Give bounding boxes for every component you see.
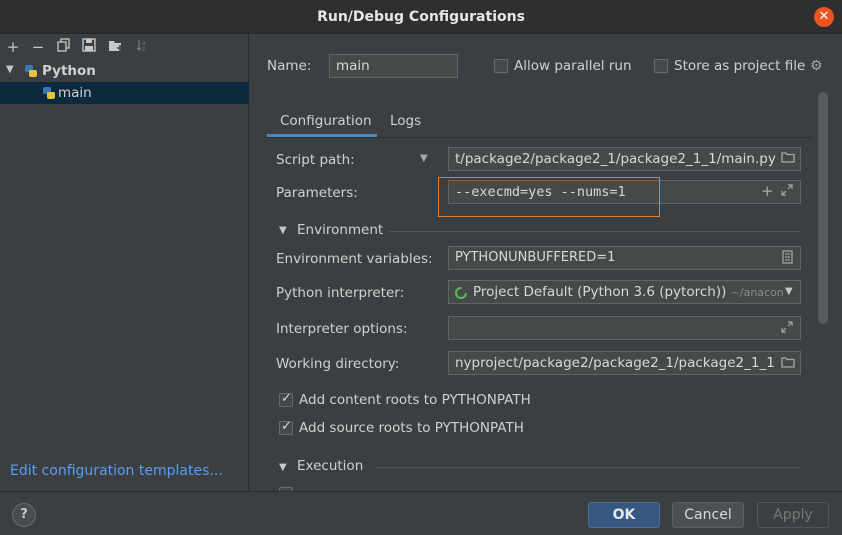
- title-bar: Run/Debug Configurations ✕: [0, 0, 842, 34]
- dialog-footer: ? OK Cancel Apply: [0, 491, 842, 535]
- sidebar-toolbar: + − az: [0, 34, 248, 60]
- sort-icon[interactable]: az: [133, 38, 151, 56]
- script-path-input[interactable]: t/package2/package2_1/package2_1_1/main.…: [448, 147, 801, 171]
- allow-parallel-label: Allow parallel run: [514, 58, 632, 74]
- tree-group-python[interactable]: ▼ Python: [0, 60, 249, 82]
- tab-configuration[interactable]: Configuration: [280, 113, 372, 129]
- chevron-down-icon[interactable]: ▼: [6, 64, 14, 75]
- close-button[interactable]: ✕: [814, 7, 834, 27]
- window-title: Run/Debug Configurations: [317, 9, 525, 25]
- environment-section-title: Environment: [297, 222, 384, 238]
- copy-icon[interactable]: [55, 38, 73, 56]
- svg-text:z: z: [142, 46, 145, 52]
- chevron-down-icon[interactable]: ▼: [279, 225, 287, 236]
- edit-templates-link[interactable]: Edit configuration templates...: [10, 463, 223, 479]
- cancel-button[interactable]: Cancel: [672, 502, 744, 528]
- content-roots-label: Add content roots to PYTHONPATH: [299, 392, 531, 408]
- expand-icon[interactable]: [781, 184, 793, 199]
- env-vars-label: Environment variables:: [276, 251, 433, 267]
- interpreter-value: Project Default (Python 3.6 (pytorch)): [473, 284, 727, 300]
- env-vars-input[interactable]: PYTHONUNBUFFERED=1: [448, 246, 801, 270]
- python-icon: [25, 65, 37, 77]
- interpreter-label: Python interpreter:: [276, 285, 405, 301]
- annotation-highlight-box: [438, 177, 660, 217]
- name-input[interactable]: main: [329, 54, 458, 78]
- interp-options-label: Interpreter options:: [276, 321, 408, 337]
- allow-parallel-checkbox[interactable]: [494, 59, 508, 73]
- content-roots-checkbox[interactable]: [279, 391, 293, 407]
- folder-add-icon[interactable]: [107, 38, 125, 56]
- interpreter-select[interactable]: Project Default (Python 3.6 (pytorch)) ~…: [448, 280, 801, 304]
- folder-icon[interactable]: [781, 151, 795, 166]
- store-project-checkbox[interactable]: [654, 59, 668, 73]
- tab-logs[interactable]: Logs: [390, 113, 421, 129]
- section-divider: [389, 231, 801, 232]
- help-button[interactable]: ?: [12, 503, 36, 527]
- python-icon: [43, 87, 55, 99]
- config-editor: Name: main Allow parallel run Store as p…: [250, 34, 842, 493]
- save-icon[interactable]: [80, 38, 98, 56]
- interpreter-path: ~/anacon: [730, 286, 784, 299]
- sidebar: + − az ▼ Python main Edit configuration …: [0, 34, 249, 491]
- close-icon: ✕: [818, 9, 830, 24]
- parameters-label: Parameters:: [276, 185, 358, 201]
- ok-button[interactable]: OK: [588, 502, 660, 528]
- execution-section-title: Execution: [297, 458, 364, 474]
- working-dir-label: Working directory:: [276, 356, 400, 372]
- name-label: Name:: [267, 58, 312, 74]
- source-roots-checkbox[interactable]: [279, 419, 293, 435]
- edit-list-icon[interactable]: [782, 250, 793, 267]
- folder-icon[interactable]: [781, 356, 795, 371]
- expand-icon[interactable]: [781, 321, 793, 336]
- remove-icon[interactable]: −: [29, 38, 47, 56]
- working-dir-input[interactable]: nyproject/package2/package2_1/package2_1…: [448, 351, 801, 375]
- source-roots-label: Add source roots to PYTHONPATH: [299, 420, 524, 436]
- add-icon[interactable]: +: [4, 38, 22, 56]
- gear-icon[interactable]: ⚙: [810, 58, 823, 74]
- section-divider: [375, 467, 801, 468]
- vertical-scrollbar[interactable]: [818, 92, 828, 324]
- script-path-label: Script path:: [276, 152, 355, 168]
- tree-item-main[interactable]: main: [0, 82, 249, 104]
- interp-options-input[interactable]: [448, 316, 801, 340]
- plus-icon[interactable]: +: [761, 182, 774, 200]
- chevron-down-icon[interactable]: ▼: [785, 286, 793, 297]
- chevron-down-icon[interactable]: ▼: [420, 153, 428, 164]
- loading-icon: [454, 286, 468, 303]
- apply-button[interactable]: Apply: [757, 502, 829, 528]
- chevron-down-icon[interactable]: ▼: [279, 462, 287, 473]
- tree-item-label: main: [58, 85, 92, 101]
- store-project-label: Store as project file: [674, 58, 806, 74]
- tree-group-label: Python: [42, 63, 96, 79]
